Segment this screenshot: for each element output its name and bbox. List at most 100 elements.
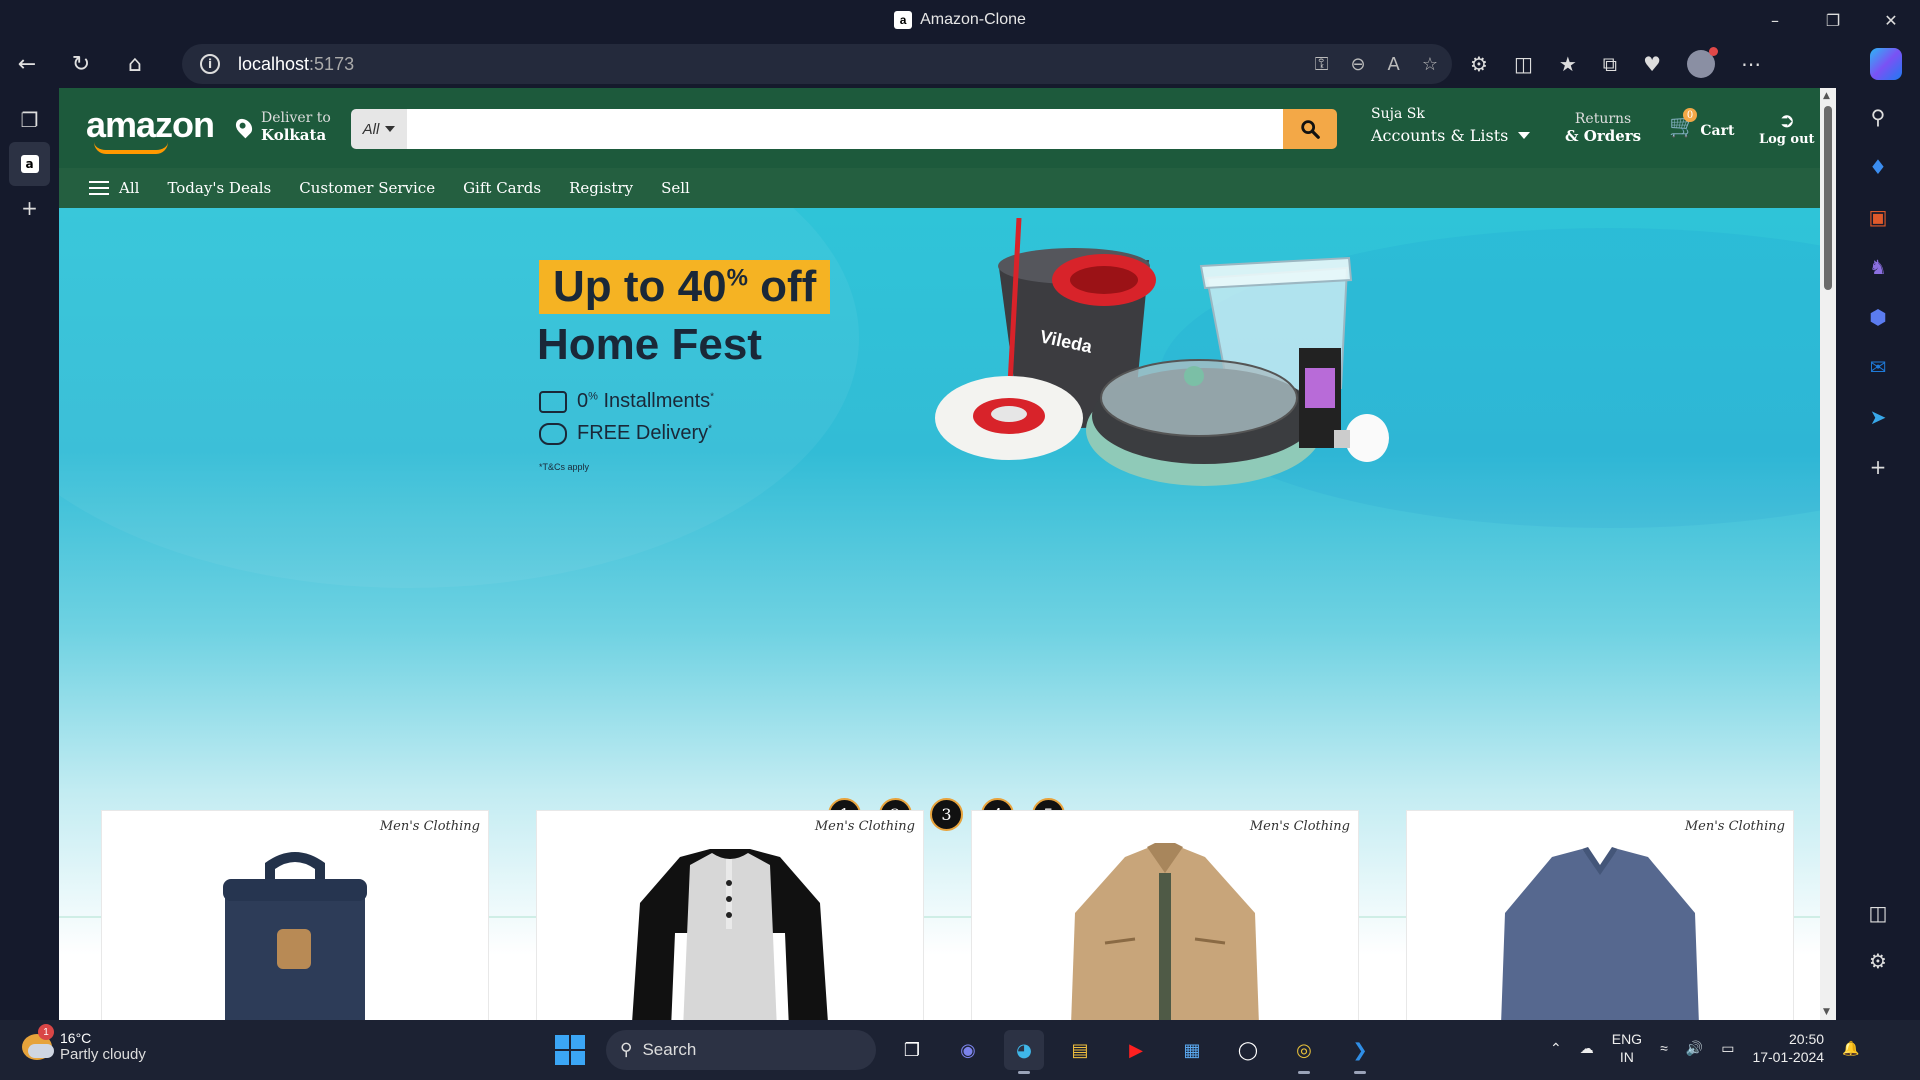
deliver-to[interactable]: Deliver to Kolkata xyxy=(232,110,331,144)
file-explorer-icon[interactable]: ▤ xyxy=(1060,1030,1100,1070)
profile-avatar[interactable] xyxy=(1687,47,1718,78)
minimize-icon[interactable]: – xyxy=(1746,0,1804,40)
extensions-icon[interactable]: ⚙ xyxy=(1470,52,1488,76)
returns-orders[interactable]: Returns & Orders xyxy=(1565,111,1641,145)
dell-icon[interactable]: ◯ xyxy=(1228,1030,1268,1070)
cart-link[interactable]: 🛒 0 Cart xyxy=(1669,108,1734,139)
search-category-label: All xyxy=(362,120,380,138)
subnav-gift-cards[interactable]: Gift Cards xyxy=(463,179,541,197)
account-name: Suja Sk xyxy=(1371,106,1425,122)
new-tab-icon[interactable]: + xyxy=(0,186,59,230)
chevron-down-icon xyxy=(385,126,396,132)
taskbar-search[interactable]: ⚲ Search xyxy=(606,1030,876,1070)
product-image-backpack xyxy=(223,852,367,1020)
vscode-icon[interactable]: ❯ xyxy=(1340,1030,1380,1074)
deliver-city: Kolkata xyxy=(261,126,327,144)
search-category-select[interactable]: All xyxy=(351,109,407,149)
language-indicator[interactable]: ENG IN xyxy=(1612,1030,1642,1066)
close-icon[interactable]: ✕ xyxy=(1862,0,1920,40)
search-icon: ⚲ xyxy=(620,1040,633,1059)
search-input[interactable] xyxy=(407,109,1283,149)
product-card[interactable]: Men's Clothing xyxy=(101,810,489,1020)
browser-essentials-icon[interactable]: ♥ xyxy=(1643,52,1661,76)
refresh-icon[interactable]: ↻ xyxy=(54,40,108,88)
youtube-icon[interactable]: ▶ xyxy=(1116,1030,1156,1070)
banner-products-image: Vileda xyxy=(935,218,1389,486)
collections-icon[interactable]: ⧉ xyxy=(1603,52,1617,76)
sidebar-layout-icon[interactable]: ◫ xyxy=(1836,888,1920,938)
site-info-icon[interactable]: i xyxy=(200,54,220,74)
notifications-bell-icon[interactable]: 🔔 xyxy=(1842,1040,1859,1057)
back-icon[interactable]: ← xyxy=(0,40,54,88)
restore-icon[interactable]: ❐ xyxy=(1804,0,1862,40)
subnav-registry[interactable]: Registry xyxy=(569,179,633,197)
window-title: a Amazon-Clone xyxy=(894,11,1026,29)
perk1-b: Installments xyxy=(597,390,711,412)
search-icon[interactable]: ⚲ xyxy=(1836,92,1920,142)
tab-actions-icon[interactable]: ❐ xyxy=(0,98,59,142)
logout-icon: ➲ xyxy=(1778,108,1796,132)
outlook-icon[interactable]: ✉ xyxy=(1836,342,1920,392)
clock-date: 17-01-2024 xyxy=(1752,1049,1825,1065)
copilot-icon[interactable] xyxy=(1870,48,1902,80)
weather-widget[interactable]: 1 16°C Partly cloudy xyxy=(22,1024,146,1063)
product-card[interactable]: Men's Clothing xyxy=(536,810,924,1020)
games-icon[interactable]: ♞ xyxy=(1836,242,1920,292)
zoom-out-icon[interactable]: ⊖ xyxy=(1350,54,1365,75)
tools-icon[interactable]: ▣ xyxy=(1836,192,1920,242)
show-hidden-icons-icon[interactable]: ⌃ xyxy=(1550,1040,1562,1057)
scroll-down-arrow-icon[interactable]: ▼ xyxy=(1823,1007,1830,1017)
chrome-icon[interactable]: ◎ xyxy=(1284,1030,1324,1074)
page-scrollbar[interactable]: ▲ ▼ xyxy=(1820,88,1836,1020)
task-view-icon[interactable]: ❐ xyxy=(892,1030,932,1070)
add-sidebar-app-icon[interactable]: + xyxy=(1836,442,1920,492)
more-icon[interactable]: ⋯ xyxy=(1741,52,1761,76)
scroll-up-arrow-icon[interactable]: ▲ xyxy=(1823,91,1830,101)
amazon-logo[interactable]: amazon xyxy=(86,104,215,154)
key-icon[interactable]: ⚿ xyxy=(1315,54,1329,75)
wifi-icon[interactable]: ≈ xyxy=(1660,1040,1668,1056)
logout-button[interactable]: ➲ Log out xyxy=(1759,108,1815,147)
weather-badge: 1 xyxy=(38,1024,54,1040)
shopping-tag-icon[interactable]: ♦ xyxy=(1836,142,1920,192)
home-icon[interactable]: ⌂ xyxy=(108,40,162,88)
drop-icon[interactable]: ➤ xyxy=(1836,392,1920,442)
subnav-sell[interactable]: Sell xyxy=(661,179,690,197)
search-icon xyxy=(1301,120,1320,139)
perk1-sup: % xyxy=(588,390,598,403)
carousel-dot-3[interactable]: 3 xyxy=(930,798,963,831)
microsoft-store-icon[interactable]: ▦ xyxy=(1172,1030,1212,1070)
product-category: Men's Clothing xyxy=(1249,819,1350,834)
product-card[interactable]: Men's Clothing xyxy=(971,810,1359,1020)
product-image-raglan-shirt xyxy=(632,849,828,1020)
teams-icon[interactable]: ◉ xyxy=(948,1030,988,1070)
search-button[interactable] xyxy=(1283,109,1337,149)
subnav-todays-deals[interactable]: Today's Deals xyxy=(167,179,271,197)
tab-amazon-clone[interactable]: a xyxy=(9,142,50,186)
favorites-icon[interactable]: ★ xyxy=(1559,52,1577,76)
volume-icon[interactable]: 🔊 xyxy=(1686,1040,1703,1057)
cart-count-badge: 0 xyxy=(1683,108,1697,122)
lang-l1: ENG xyxy=(1611,1031,1643,1047)
orders-label: & Orders xyxy=(1565,127,1642,145)
clock[interactable]: 20:50 17-01-2024 xyxy=(1752,1030,1824,1066)
subnav-all[interactable]: All xyxy=(89,179,139,197)
scrollbar-thumb[interactable] xyxy=(1824,106,1832,290)
split-screen-icon[interactable]: ◫ xyxy=(1514,52,1533,76)
product-card[interactable]: Men's Clothing xyxy=(1406,810,1794,1020)
url-text[interactable]: localhost:5173 xyxy=(238,54,354,75)
logout-label: Log out xyxy=(1759,132,1815,147)
start-button[interactable] xyxy=(550,1030,590,1070)
settings-gear-icon[interactable]: ⚙ xyxy=(1836,936,1920,986)
banner-headline-sup: % xyxy=(726,264,748,292)
banner-discount-badge: Up to 40% off xyxy=(539,260,831,314)
subnav-customer-service[interactable]: Customer Service xyxy=(299,179,435,197)
battery-icon[interactable]: ▭ xyxy=(1721,1040,1734,1057)
onedrive-icon[interactable]: ☁ xyxy=(1580,1040,1594,1057)
address-bar[interactable]: i localhost:5173 ⚿ ⊖ A ☆ xyxy=(182,44,1452,84)
read-aloud-icon[interactable]: A xyxy=(1388,54,1400,75)
edge-icon[interactable]: ◕ xyxy=(1004,1030,1044,1074)
microsoft365-icon[interactable]: ⬢ xyxy=(1836,292,1920,342)
favorite-star-icon[interactable]: ☆ xyxy=(1422,54,1438,75)
account-menu[interactable]: Suja Sk Accounts & Lists xyxy=(1371,106,1531,145)
